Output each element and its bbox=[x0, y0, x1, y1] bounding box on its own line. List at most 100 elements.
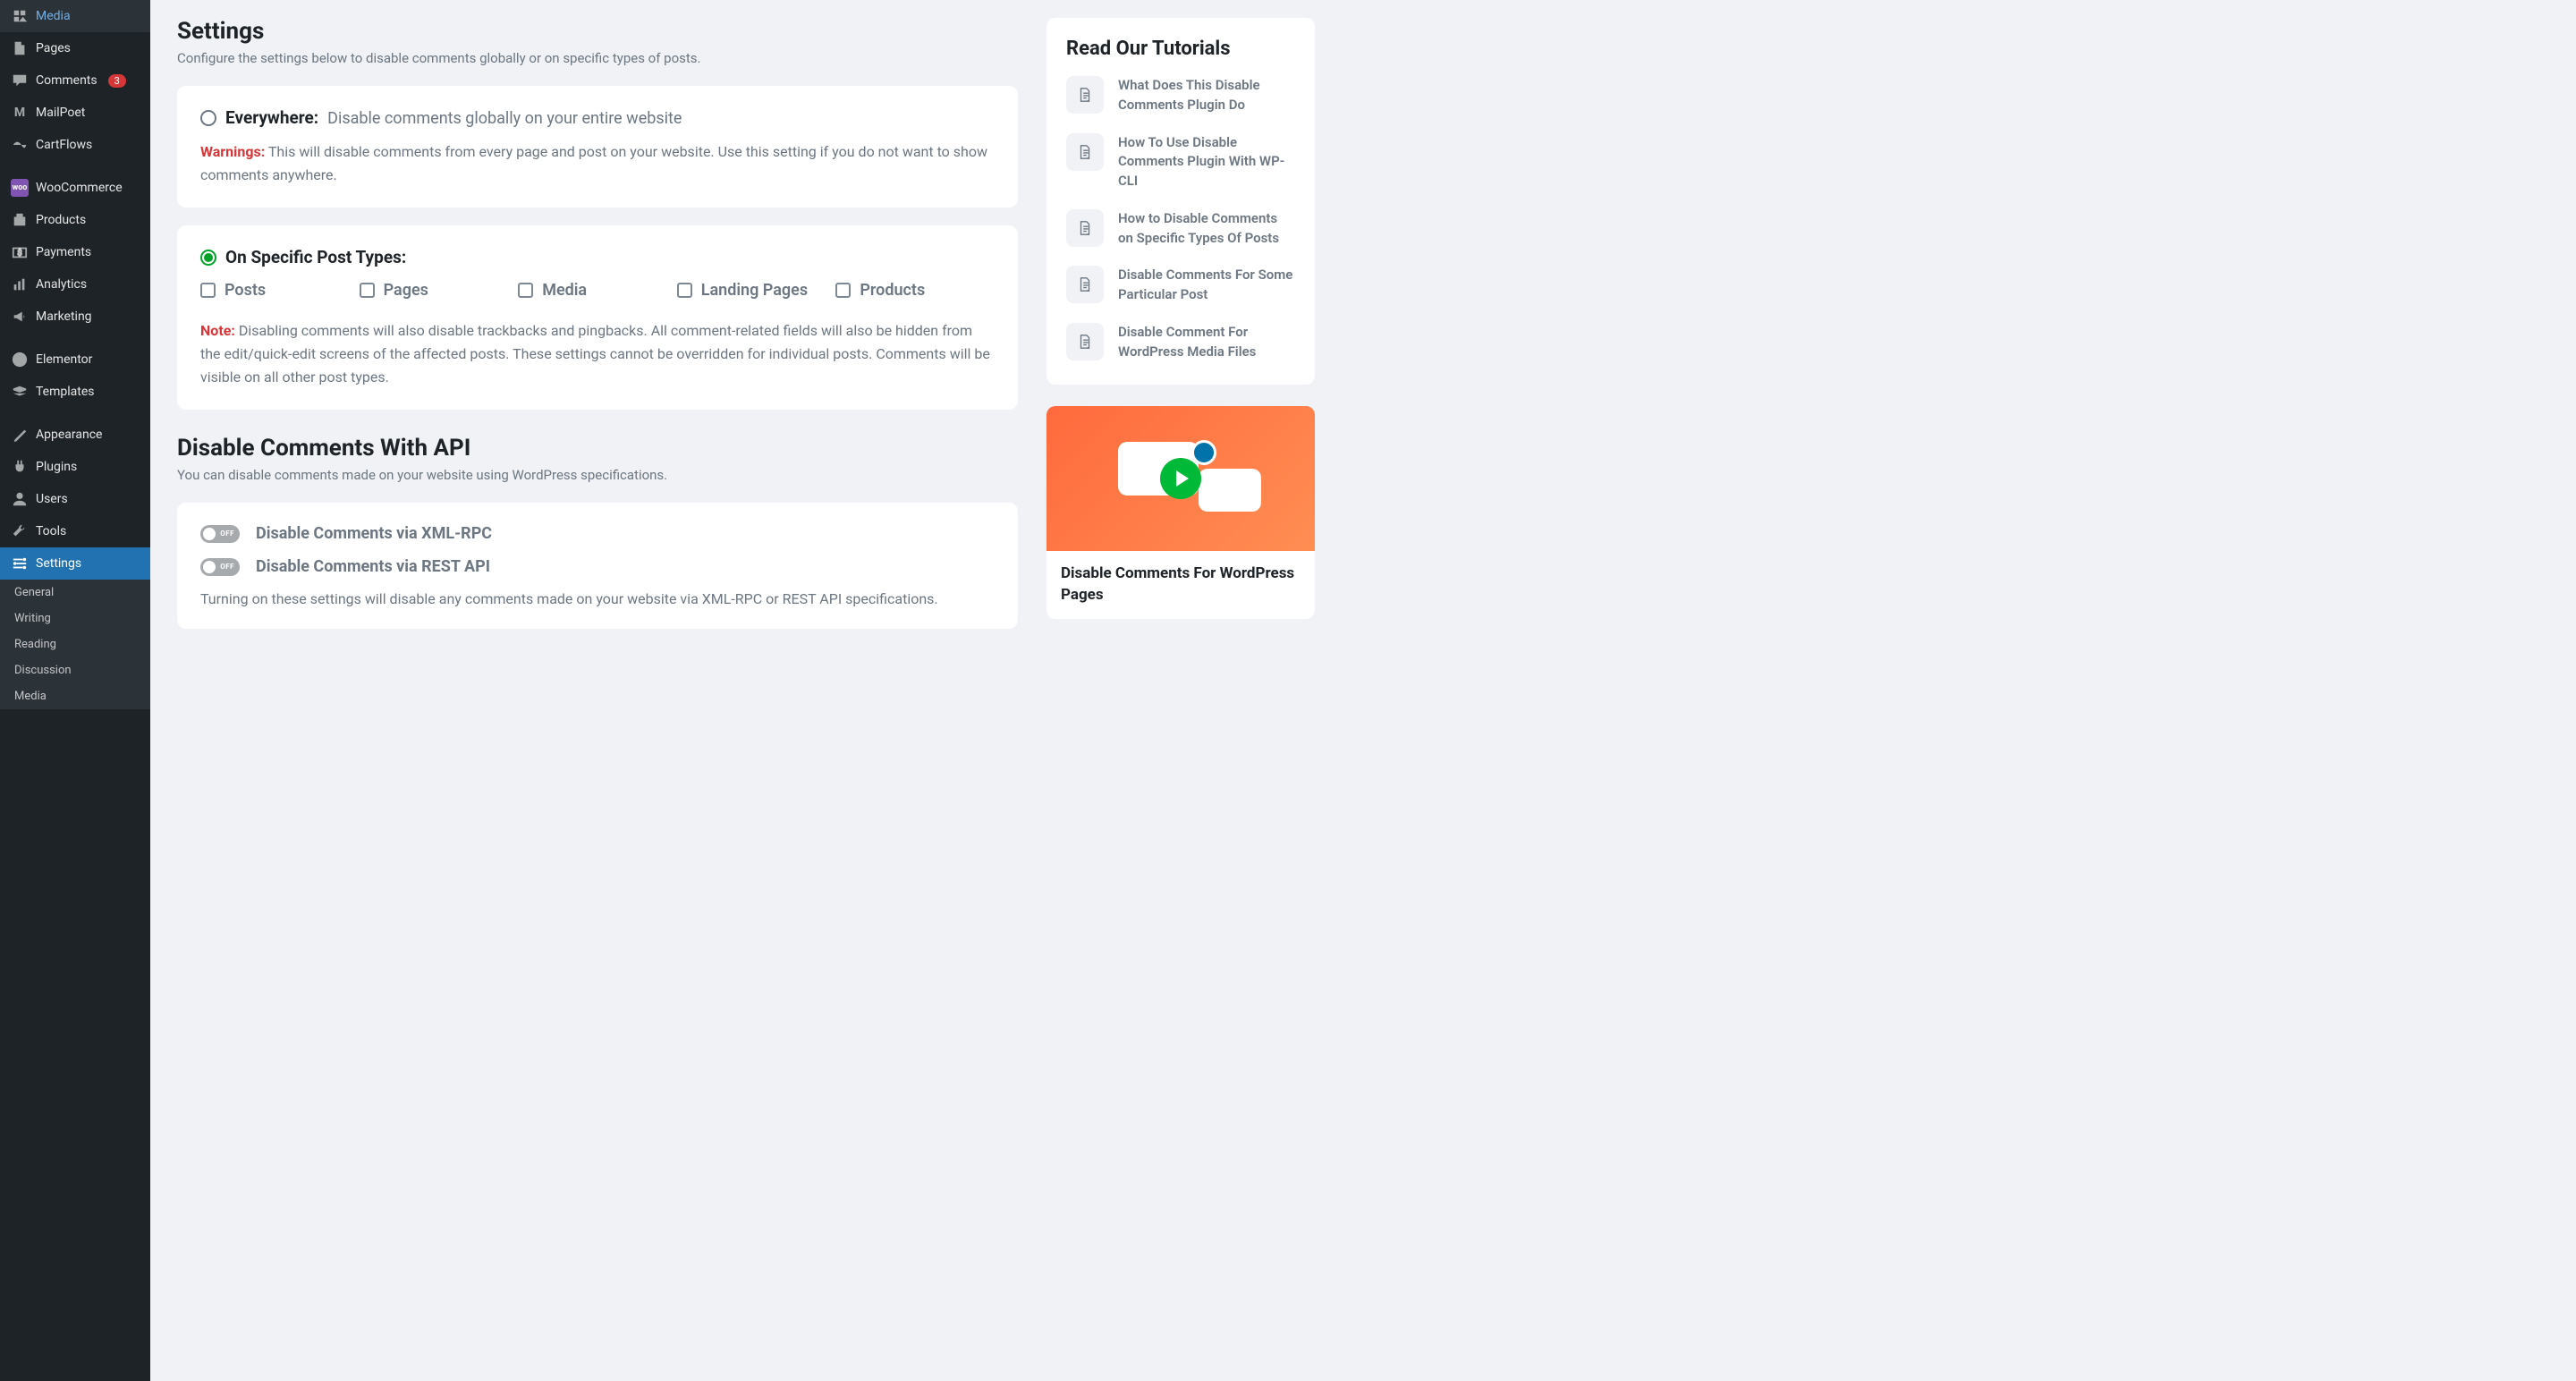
everywhere-warning: Warnings: This will disable comments fro… bbox=[200, 140, 995, 186]
everywhere-card: Everywhere: Disable comments globally on… bbox=[177, 86, 1018, 208]
sidebar-item-label: Settings bbox=[36, 556, 81, 571]
settings-desc: Configure the settings below to disable … bbox=[177, 50, 1018, 66]
tutorial-item[interactable]: What Does This Disable Comments Plugin D… bbox=[1066, 76, 1295, 115]
api-card: OFF Disable Comments via XML-RPC OFF Dis… bbox=[177, 503, 1018, 629]
api-note: Turning on these settings will disable a… bbox=[200, 590, 995, 607]
sidebar-item-comments[interactable]: Comments 3 bbox=[0, 64, 150, 97]
comments-badge: 3 bbox=[108, 74, 126, 88]
sidebar-item-cartflows[interactable]: CartFlows bbox=[0, 129, 150, 161]
sidebar-item-pages[interactable]: Pages bbox=[0, 32, 150, 64]
check-label: Posts bbox=[225, 280, 266, 301]
video-title: Disable Comments For WordPress Pages bbox=[1046, 551, 1315, 619]
tutorial-item[interactable]: How To Use Disable Comments Plugin With … bbox=[1066, 133, 1295, 191]
sidebar-item-label: Elementor bbox=[36, 352, 92, 367]
video-thumbnail[interactable] bbox=[1046, 406, 1315, 551]
mailpoet-icon: M bbox=[11, 104, 29, 122]
page-icon bbox=[11, 39, 29, 57]
sidebar-item-mailpoet[interactable]: M MailPoet bbox=[0, 97, 150, 129]
sidebar-sub-general[interactable]: General bbox=[0, 580, 150, 606]
sidebar-sub-reading[interactable]: Reading bbox=[0, 631, 150, 657]
elementor-icon bbox=[11, 351, 29, 369]
sidebar-item-users[interactable]: Users bbox=[0, 483, 150, 515]
specific-radio[interactable] bbox=[200, 250, 216, 266]
sidebar-item-analytics[interactable]: Analytics bbox=[0, 268, 150, 301]
tutorial-label: Disable Comment For WordPress Media File… bbox=[1118, 323, 1295, 362]
analytics-icon bbox=[11, 275, 29, 293]
sidebar-item-products[interactable]: Products bbox=[0, 204, 150, 236]
tutorials-title: Read Our Tutorials bbox=[1066, 38, 1295, 60]
appearance-icon bbox=[11, 426, 29, 444]
checkbox-pages[interactable] bbox=[360, 283, 375, 298]
wordpress-icon bbox=[1191, 440, 1216, 465]
sidebar-item-label: Products bbox=[36, 213, 86, 227]
tutorial-item[interactable]: Disable Comment For WordPress Media File… bbox=[1066, 323, 1295, 362]
sidebar-item-label: Analytics bbox=[36, 277, 87, 292]
toggle-restapi[interactable]: OFF bbox=[200, 558, 240, 576]
tutorials-card: Read Our Tutorials What Does This Disabl… bbox=[1046, 18, 1315, 385]
sidebar-item-label: CartFlows bbox=[36, 138, 92, 152]
document-icon bbox=[1066, 133, 1104, 171]
comment-icon bbox=[11, 72, 29, 89]
sidebar-item-label: Comments bbox=[36, 73, 97, 88]
everywhere-radio[interactable] bbox=[200, 110, 216, 126]
svg-text:$: $ bbox=[17, 249, 21, 258]
tools-icon bbox=[11, 522, 29, 540]
sidebar-item-marketing[interactable]: Marketing bbox=[0, 301, 150, 333]
sidebar-item-label: WooCommerce bbox=[36, 181, 123, 195]
tutorial-item[interactable]: Disable Comments For Some Particular Pos… bbox=[1066, 266, 1295, 305]
marketing-icon bbox=[11, 308, 29, 326]
check-label: Products bbox=[860, 280, 925, 301]
media-icon bbox=[11, 7, 29, 25]
sidebar-item-tools[interactable]: Tools bbox=[0, 515, 150, 547]
sidebar-item-elementor[interactable]: Elementor bbox=[0, 343, 150, 376]
sidebar-item-label: Marketing bbox=[36, 309, 92, 324]
sidebar-item-label: Appearance bbox=[36, 428, 102, 442]
toggle-label: Disable Comments via XML-RPC bbox=[256, 524, 492, 543]
sidebar-submenu: General Writing Reading Discussion Media bbox=[0, 580, 150, 709]
sidebar-item-plugins[interactable]: Plugins bbox=[0, 451, 150, 483]
users-icon bbox=[11, 490, 29, 508]
tutorial-label: Disable Comments For Some Particular Pos… bbox=[1118, 266, 1295, 305]
payments-icon: $ bbox=[11, 243, 29, 261]
sidebar: Media Pages Comments 3 M MailPoet CartFlow… bbox=[0, 0, 150, 1381]
toggle-xmlrpc[interactable]: OFF bbox=[200, 525, 240, 543]
video-card: Disable Comments For WordPress Pages bbox=[1046, 406, 1315, 619]
cartflows-icon bbox=[11, 136, 29, 154]
sidebar-item-templates[interactable]: Templates bbox=[0, 376, 150, 408]
checkbox-media[interactable] bbox=[518, 283, 533, 298]
sidebar-item-label: Pages bbox=[36, 41, 71, 55]
api-title: Disable Comments With API bbox=[177, 435, 1018, 462]
sidebar-sub-writing[interactable]: Writing bbox=[0, 606, 150, 631]
sidebar-item-appearance[interactable]: Appearance bbox=[0, 419, 150, 451]
settings-title: Settings bbox=[177, 18, 1018, 45]
specific-card: On Specific Post Types: Posts Pages Medi… bbox=[177, 225, 1018, 410]
sidebar-item-payments[interactable]: $ Payments bbox=[0, 236, 150, 268]
sidebar-item-settings[interactable]: Settings bbox=[0, 547, 150, 580]
document-icon bbox=[1066, 76, 1104, 114]
settings-icon bbox=[11, 555, 29, 572]
sidebar-item-woocommerce[interactable]: woo WooCommerce bbox=[0, 172, 150, 204]
document-icon bbox=[1066, 266, 1104, 303]
tutorial-item[interactable]: How to Disable Comments on Specific Type… bbox=[1066, 209, 1295, 249]
templates-icon bbox=[11, 383, 29, 401]
toggle-label: Disable Comments via REST API bbox=[256, 557, 490, 576]
checkbox-posts[interactable] bbox=[200, 283, 216, 298]
sidebar-item-label: Payments bbox=[36, 245, 91, 259]
sidebar-item-label: Templates bbox=[36, 385, 95, 399]
checkbox-products[interactable] bbox=[835, 283, 851, 298]
checkbox-landing-pages[interactable] bbox=[677, 283, 692, 298]
sidebar-item-media[interactable]: Media bbox=[0, 0, 150, 32]
document-icon bbox=[1066, 209, 1104, 247]
check-label: Landing Pages bbox=[701, 280, 808, 301]
products-icon bbox=[11, 211, 29, 229]
everywhere-sublabel: Disable comments globally on your entire… bbox=[327, 109, 682, 128]
sidebar-sub-discussion[interactable]: Discussion bbox=[0, 657, 150, 683]
tutorial-label: What Does This Disable Comments Plugin D… bbox=[1118, 76, 1295, 115]
sidebar-item-label: MailPoet bbox=[36, 106, 85, 120]
sidebar-item-label: Tools bbox=[36, 524, 66, 538]
woo-icon: woo bbox=[11, 179, 29, 197]
play-button[interactable] bbox=[1160, 458, 1201, 499]
sidebar-item-label: Media bbox=[36, 9, 71, 23]
sidebar-sub-media[interactable]: Media bbox=[0, 683, 150, 709]
check-label: Pages bbox=[384, 280, 428, 301]
